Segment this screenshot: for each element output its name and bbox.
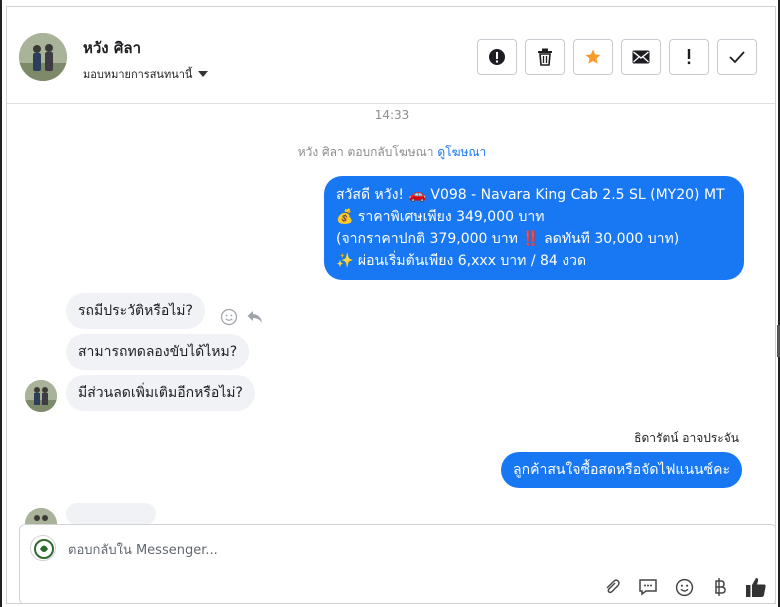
exclamation-icon bbox=[687, 49, 691, 65]
reply-icon[interactable] bbox=[246, 308, 264, 326]
header-actions bbox=[477, 39, 757, 75]
ad-message-line-2: 💰 ราคาพิเศษเพียง 349,000 บาท bbox=[336, 209, 545, 225]
check-icon bbox=[729, 51, 745, 64]
contact-avatar-small bbox=[25, 380, 57, 412]
caret-down-icon bbox=[198, 71, 209, 77]
composer-tools bbox=[600, 575, 768, 599]
message-hover-tools bbox=[220, 308, 264, 326]
conversation-header: หวัง ศิลา มอบหมายการสนทนานี้ bbox=[7, 7, 775, 104]
incoming-message-partial bbox=[66, 503, 156, 525]
ad-reply-notice: หวัง ศิลา ตอบกลับโฆษณา ดูโฆษณา bbox=[7, 143, 775, 162]
incoming-message: รถมีประวัติหรือไม่? bbox=[66, 293, 205, 329]
star-icon bbox=[585, 49, 601, 64]
trash-icon bbox=[538, 48, 552, 66]
paperclip-icon bbox=[606, 579, 620, 594]
ad-message-line-1: สวัสดี หวัง! 🚗 V098 - Navara King Cab 2.… bbox=[336, 187, 725, 203]
agent-reply-bubble: ลูกค้าสนใจซื้อสดหรือจัดไฟแนนซ์คะ bbox=[501, 452, 742, 488]
contact-name: หวัง ศิลา bbox=[83, 39, 141, 57]
contact-avatar[interactable] bbox=[19, 33, 67, 81]
conversation-panel: หวัง ศิลา มอบหมายการสนทนานี้ 14:33 หวัง … bbox=[6, 6, 776, 604]
window-edge-left bbox=[0, 0, 2, 607]
mark-done-button[interactable] bbox=[717, 39, 757, 75]
chat-bubble-icon bbox=[639, 579, 657, 596]
agent-name: ธิดารัตน์ อาจประจัน bbox=[634, 431, 739, 445]
emoji-button[interactable] bbox=[672, 575, 696, 599]
alert-circle-icon bbox=[489, 49, 505, 65]
view-ad-link[interactable]: ดูโฆษณา bbox=[437, 145, 486, 159]
assign-conversation-dropdown[interactable]: มอบหมายการสนทนานี้ bbox=[83, 65, 209, 83]
attach-button[interactable] bbox=[600, 575, 624, 599]
star-button[interactable] bbox=[573, 39, 613, 75]
ad-message-line-4: ✨ ผ่อนเริ่มต้นเพียง 6,xxx บาท / 84 งวด bbox=[336, 253, 587, 269]
smile-icon bbox=[675, 578, 693, 596]
incoming-message: มีส่วนลดเพิ่มเติมอีกหรือไม่? bbox=[66, 375, 255, 411]
thumbs-up-icon bbox=[746, 578, 766, 597]
ad-reply-text: หวัง ศิลา ตอบกลับโฆษณา bbox=[297, 145, 434, 159]
spam-report-button[interactable] bbox=[477, 39, 517, 75]
smile-react-icon[interactable] bbox=[220, 308, 238, 326]
reply-input[interactable] bbox=[68, 540, 668, 560]
incoming-message: สามารถทดลองขับได้ไหม? bbox=[66, 334, 250, 370]
message-timestamp: 14:33 bbox=[374, 108, 410, 122]
follow-up-button[interactable] bbox=[669, 39, 709, 75]
ad-message-line-3: (จากราคาปกติ 379,000 บาท ‼️ ลดทันที 30,0… bbox=[336, 231, 680, 247]
delete-button[interactable] bbox=[525, 39, 565, 75]
baht-icon bbox=[715, 578, 726, 596]
page-avatar bbox=[30, 535, 56, 561]
payment-button[interactable] bbox=[708, 575, 732, 599]
envelope-icon bbox=[632, 50, 650, 64]
ad-message-bubble: สวัสดี หวัง! 🚗 V098 - Navara King Cab 2.… bbox=[324, 176, 744, 280]
like-button[interactable] bbox=[744, 575, 768, 599]
saved-replies-button[interactable] bbox=[636, 575, 660, 599]
assign-label: มอบหมายการสนทนานี้ bbox=[83, 68, 193, 81]
message-composer bbox=[19, 524, 775, 603]
mark-unread-button[interactable] bbox=[621, 39, 661, 75]
